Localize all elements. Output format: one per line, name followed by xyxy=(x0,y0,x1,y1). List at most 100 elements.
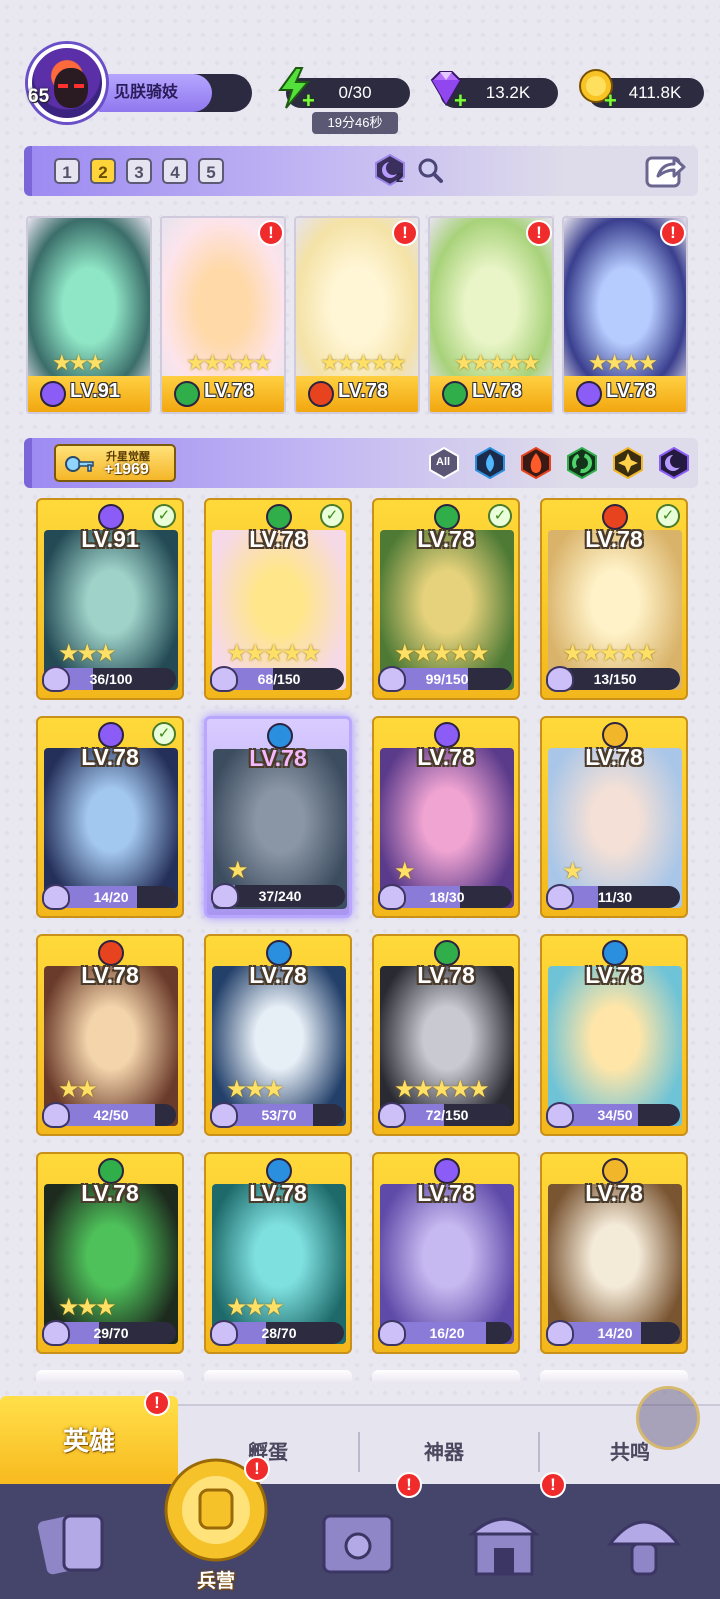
share-icon[interactable] xyxy=(644,152,686,190)
dark-element-icon xyxy=(576,381,602,407)
hero-portrait xyxy=(380,1184,514,1344)
energy-plus-icon[interactable]: + xyxy=(302,88,315,114)
lineup-hero-card[interactable]: ★★★★★ LV.78 xyxy=(428,216,554,414)
hero-card[interactable]: LV.78 ★★★ 29/70 xyxy=(36,1152,184,1354)
hero-card[interactable]: LV.78 ★ 11/30 xyxy=(540,716,688,918)
filter-fire-icon[interactable] xyxy=(520,447,552,479)
search-icon[interactable] xyxy=(416,156,444,184)
hero-level: LV.78 xyxy=(417,744,475,770)
hero-card[interactable]: ✓ LV.78 14/20 xyxy=(36,716,184,918)
hero-level: LV.78 xyxy=(585,962,643,988)
hero-stars: ★★★★★ xyxy=(186,350,273,375)
fire-element-icon xyxy=(308,381,334,407)
soul-shard-icon xyxy=(210,1320,238,1346)
awaken-value: +1969 xyxy=(104,461,149,478)
energy-timer: 19分46秒 xyxy=(312,112,398,134)
hero-card[interactable]: LV.78 16/20 xyxy=(372,1152,520,1354)
hero-card[interactable]: LV.78 ★★ 42/50 xyxy=(36,934,184,1136)
hero-card[interactable]: LV.78 ★ 37/240 xyxy=(204,716,352,918)
hero-stars: ★★★ xyxy=(58,1294,117,1321)
hero-level: LV.78 xyxy=(249,745,307,771)
team-tab-2[interactable]: 2 xyxy=(90,158,116,184)
hero-card-peek xyxy=(204,1370,352,1382)
tab-artifact[interactable]: 神器 xyxy=(424,1436,464,1465)
key-icon xyxy=(65,456,94,472)
tab-resonance[interactable]: 共鸣 xyxy=(610,1436,650,1465)
mushroom-icon[interactable] xyxy=(604,1504,684,1584)
hero-stars: ★★★★★ xyxy=(454,350,541,375)
filter-water-icon[interactable] xyxy=(474,447,506,479)
hero-card[interactable]: ✓ LV.78 ★★★★★ 68/150 xyxy=(204,498,352,700)
deployed-check-icon: ✓ xyxy=(488,504,512,528)
hero-level: LV.78 xyxy=(204,380,255,402)
lineup-hero-card[interactable]: ★★★★★ LV.78 xyxy=(160,216,286,414)
hero-card[interactable]: LV.78 ★★★★★ 72/150 xyxy=(372,934,520,1136)
hero-stars: ★ xyxy=(562,858,583,885)
main-navigation: 兵营 ! ! ! xyxy=(0,1456,720,1599)
hero-card[interactable]: LV.78 34/50 xyxy=(540,934,688,1136)
hero-card[interactable]: LV.78 ★★★ 53/70 xyxy=(204,934,352,1136)
filter-all-label: All xyxy=(436,456,451,468)
nav-map-alert: ! xyxy=(396,1472,422,1498)
team-tab-4[interactable]: 4 xyxy=(162,158,188,184)
lineup-hero-card[interactable]: ★★★★★ LV.78 xyxy=(294,216,420,414)
filter-light-icon[interactable] xyxy=(612,447,644,479)
soul-shard-icon xyxy=(378,1320,406,1346)
hero-card[interactable]: ✓ LV.78 ★★★★★ 99/150 xyxy=(372,498,520,700)
lineup-alert-badge: ! xyxy=(660,220,686,246)
dark-element-icon xyxy=(40,381,66,407)
deployed-check-icon: ✓ xyxy=(152,504,176,528)
soul-shard-icon xyxy=(378,1102,406,1128)
hero-card[interactable]: LV.78 ★★★ 28/70 xyxy=(204,1152,352,1354)
hero-level: LV.78 xyxy=(417,962,475,988)
hero-level-bar: LV.78 xyxy=(564,376,686,412)
soul-shard-icon xyxy=(42,666,70,692)
tab-divider xyxy=(538,1432,540,1472)
filter-dark-icon[interactable] xyxy=(658,447,690,479)
hero-card-peek xyxy=(372,1370,520,1382)
cards-icon[interactable] xyxy=(34,1504,114,1584)
player-name-pill[interactable]: 见朕骑妓 xyxy=(96,74,252,112)
map-book-icon[interactable] xyxy=(318,1504,398,1584)
gold-plus-icon[interactable]: + xyxy=(604,88,617,114)
soul-shard-icon xyxy=(546,1320,574,1346)
hero-level-bar: LV.78 xyxy=(296,376,418,412)
team-tab-5[interactable]: 5 xyxy=(198,158,224,184)
gold-value: 411.8K xyxy=(628,83,682,102)
hero-level: LV.78 xyxy=(417,526,475,552)
hero-stars: ★★★★ xyxy=(588,350,658,375)
hero-card[interactable]: ✓ LV.91 ★★★ 36/100 xyxy=(36,498,184,700)
floating-ring-button[interactable] xyxy=(636,1386,700,1450)
hero-card[interactable]: LV.78 ★ 18/30 xyxy=(372,716,520,918)
energy-value: 0/30 xyxy=(338,83,372,102)
tab-heroes-alert-badge: ! xyxy=(144,1390,170,1416)
hero-portrait xyxy=(548,1184,682,1344)
hero-card[interactable]: LV.78 14/20 xyxy=(540,1152,688,1354)
star-awaken-button[interactable]: 升星觉醒 +1969 xyxy=(54,444,176,482)
hero-level: LV.78 xyxy=(81,1180,139,1206)
hero-portrait xyxy=(44,748,178,908)
hero-level-bar: LV.78 xyxy=(162,376,284,412)
hero-stars: ★★★ xyxy=(52,350,105,375)
lineup-alert-badge: ! xyxy=(526,220,552,246)
lineup-hero-card[interactable]: ★★★★ LV.78 xyxy=(562,216,688,414)
hero-card[interactable]: ✓ LV.78 ★★★★★ 13/150 xyxy=(540,498,688,700)
lineup-hero-card[interactable]: ★★★ LV.91 xyxy=(26,216,152,414)
filter-wind-icon[interactable] xyxy=(566,447,598,479)
team-tab-1[interactable]: 1 xyxy=(54,158,80,184)
soul-shard-icon xyxy=(210,666,238,692)
formation-count: 2 xyxy=(396,170,404,185)
soul-shard-icon xyxy=(211,883,239,909)
hero-level: LV.91 xyxy=(81,526,139,552)
wind-element-icon xyxy=(442,381,468,407)
gem-plus-icon[interactable]: + xyxy=(454,88,467,114)
avatar-eye xyxy=(58,84,68,88)
soul-shard-icon xyxy=(546,1102,574,1128)
hero-stars: ★ xyxy=(394,858,415,885)
hero-level: LV.78 xyxy=(606,380,657,402)
hero-level: LV.78 xyxy=(472,380,523,402)
player-avatar[interactable] xyxy=(28,44,106,122)
team-tab-3[interactable]: 3 xyxy=(126,158,152,184)
temple-icon[interactable] xyxy=(464,1504,544,1584)
hero-level: LV.78 xyxy=(585,1180,643,1206)
